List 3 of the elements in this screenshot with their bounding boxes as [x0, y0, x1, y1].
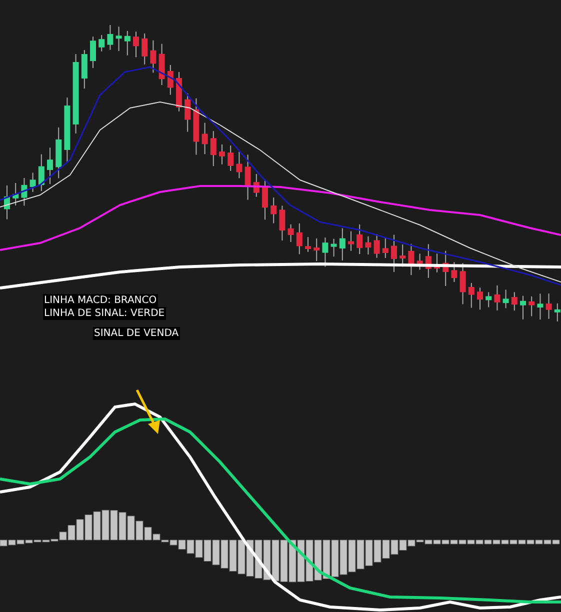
legend-text: LINHA MACD: BRANCO — [43, 294, 158, 307]
legend-text: LINHA DE SINAL: VERDE — [43, 307, 166, 320]
signal-label: SINAL DE VENDA — [93, 327, 180, 340]
